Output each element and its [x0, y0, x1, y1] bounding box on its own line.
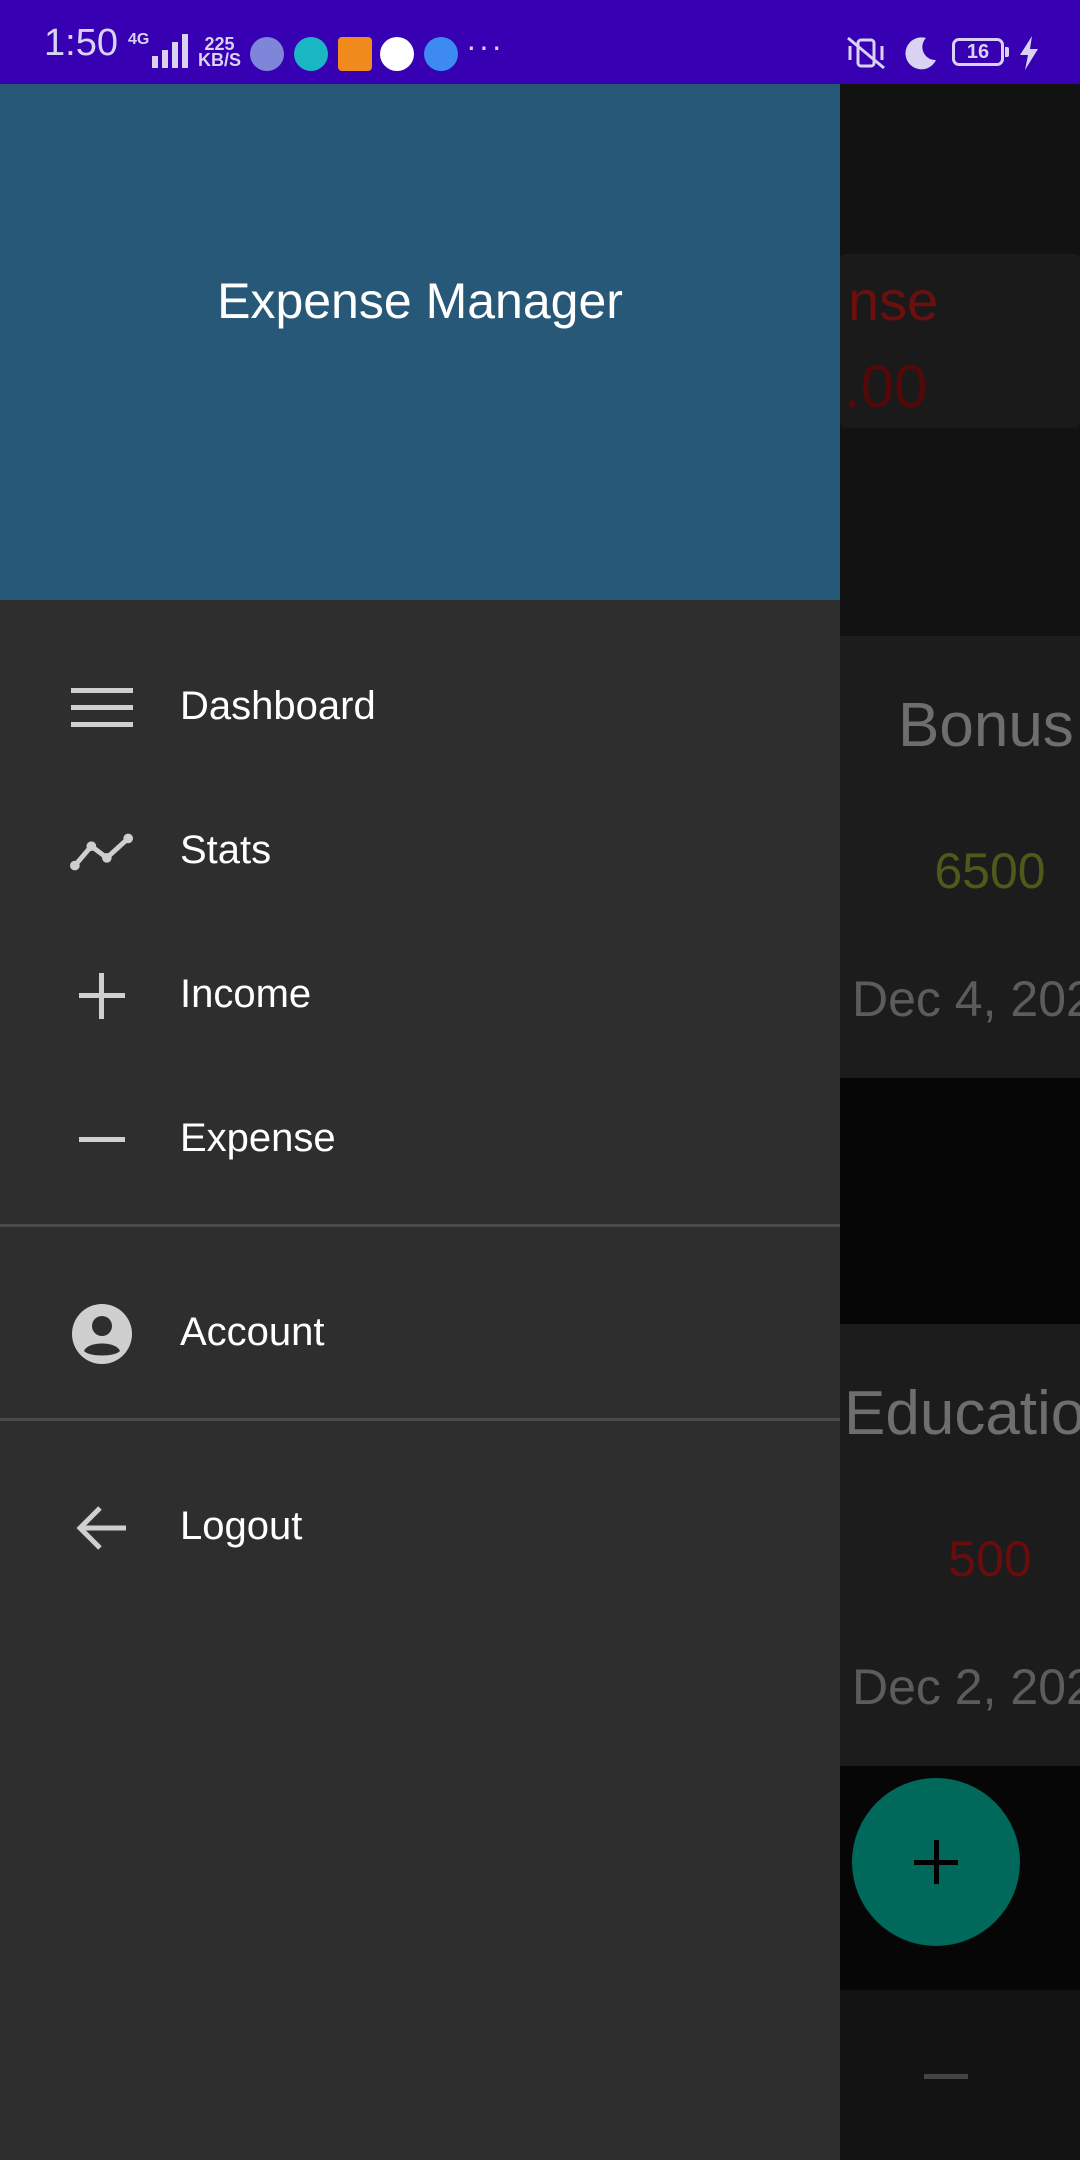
navigation-drawer: Expense Manager Dashboard Stats Income E… [0, 84, 840, 2160]
add-transaction-fab[interactable] [852, 1778, 1020, 1946]
menu-item-label: Income [180, 972, 312, 1016]
minus-icon [70, 1110, 134, 1170]
transaction-amount: 6500 [934, 843, 1046, 899]
menu-item-label: Account [180, 1310, 325, 1354]
summary-section: nse .00 [840, 84, 1080, 636]
menu-item-account[interactable]: Account [0, 1262, 840, 1406]
transaction-amount: 500 [948, 1531, 1032, 1587]
menu-item-label: Dashboard [180, 684, 376, 728]
menu-icon [70, 678, 134, 738]
menu-item-label: Expense [180, 1116, 336, 1160]
speed-unit: KB/S [198, 50, 242, 70]
status-bar: 1:50 4G 225 KB/S ··· 16 [0, 0, 1080, 84]
more-notifications-icon: ··· [466, 28, 504, 64]
arrow-back-icon [70, 1498, 134, 1558]
charging-icon [1020, 36, 1038, 70]
bottom-bar [840, 1990, 1080, 2160]
menu-item-expense[interactable]: Expense [0, 1068, 840, 1212]
battery-icon: 16 [952, 38, 1009, 66]
menu-item-logout[interactable]: Logout [0, 1456, 840, 1600]
menu-item-dashboard[interactable]: Dashboard [0, 636, 840, 780]
menu-item-stats[interactable]: Stats [0, 780, 840, 924]
menu-divider [0, 1224, 840, 1227]
network-speed: 225 KB/S [198, 35, 242, 70]
play-icon [424, 37, 458, 71]
expense-summary-title: nse [848, 269, 939, 332]
menu-item-income[interactable]: Income [0, 924, 840, 1068]
network-type: 4G [128, 31, 150, 48]
chart-line-icon [70, 822, 134, 882]
moon-icon [905, 37, 936, 70]
vibrate-icon [847, 36, 885, 70]
app-icon-3 [338, 37, 372, 71]
discord-icon [250, 37, 284, 71]
transaction-category: Bonus [898, 691, 1074, 760]
app-icon-4 [380, 37, 414, 71]
account-circle-icon [70, 1304, 134, 1364]
app-title: Expense Manager [217, 273, 623, 329]
menu-item-label: Stats [180, 828, 272, 872]
transaction-date: Dec 2, 202 [852, 1659, 1080, 1715]
expense-summary-amount: .00 [844, 353, 928, 420]
status-time: 1:50 [44, 22, 118, 64]
transaction-category: Educatio [844, 1379, 1080, 1448]
app-icon-2 [294, 37, 328, 71]
signal-icon [152, 34, 188, 68]
menu-item-label: Logout [180, 1504, 303, 1548]
transaction-date: Dec 4, 202 [852, 971, 1080, 1027]
transaction-card[interactable]: Educatio 500 Dec 2, 202 [840, 1324, 1080, 1766]
transaction-card[interactable]: Bonus 6500 Dec 4, 202 [840, 636, 1080, 1078]
drawer-header: Expense Manager [0, 84, 840, 600]
minus-icon[interactable] [924, 2074, 968, 2079]
dashboard-background: nse .00 Bonus 6500 Dec 4, 202 Educatio 5… [840, 84, 1080, 2160]
menu-divider [0, 1418, 840, 1421]
plus-icon [70, 966, 134, 1026]
